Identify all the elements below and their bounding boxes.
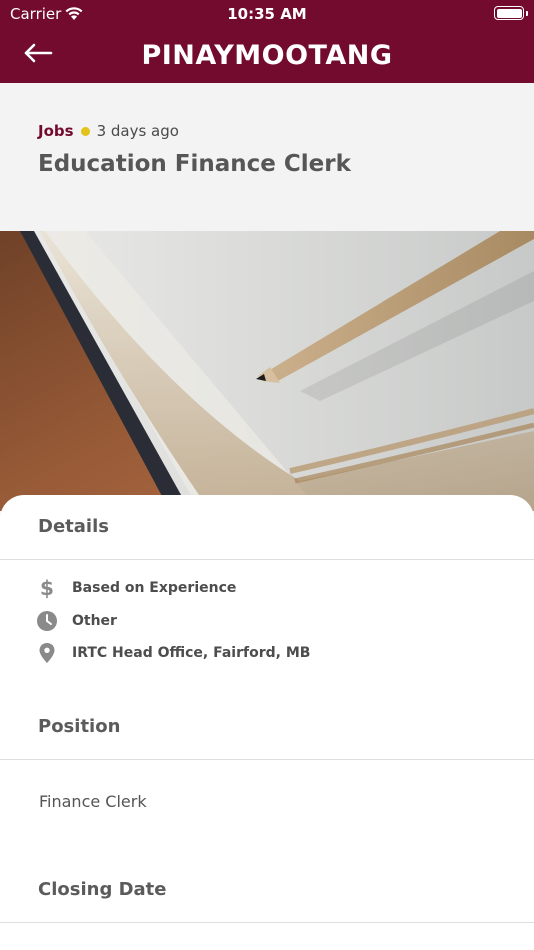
dollar-icon: $ (40, 577, 54, 599)
details-card: Details $ Based on Experience Other IRTC… (0, 495, 534, 950)
divider (0, 559, 534, 560)
details-heading: Details (38, 516, 109, 537)
separator-dot (80, 126, 90, 136)
status-time: 10:35 AM (227, 5, 307, 23)
divider (0, 759, 534, 760)
posted-time: 3 days ago (96, 122, 179, 140)
job-title: Education Finance Clerk (38, 151, 351, 177)
battery-icon (494, 6, 524, 20)
status-bar: Carrier 10:35 AM (0, 0, 534, 28)
app-title: PINAYMOOTANG (141, 40, 393, 71)
position-value: Finance Clerk (39, 792, 147, 811)
clock-icon (37, 611, 57, 631)
detail-label: Other (72, 613, 117, 629)
closing-date-heading: Closing Date (38, 879, 167, 900)
app-header: Carrier 10:35 AM PINAYMOOTANG (0, 0, 534, 83)
position-heading: Position (38, 716, 121, 737)
detail-type: Other (36, 610, 117, 632)
post-header: Jobs 3 days ago Education Finance Clerk (0, 83, 534, 231)
detail-location: IRTC Head Office, Fairford, MB (36, 642, 310, 664)
detail-salary: $ Based on Experience (36, 577, 236, 599)
post-meta: Jobs 3 days ago (38, 122, 179, 140)
category-link[interactable]: Jobs (38, 122, 74, 140)
detail-label: Based on Experience (72, 580, 237, 596)
detail-label: IRTC Head Office, Fairford, MB (72, 645, 311, 661)
divider (0, 922, 534, 923)
battery-cap (526, 11, 528, 16)
map-pin-icon (39, 643, 55, 663)
svg-text:$: $ (40, 577, 54, 599)
hero-image (0, 231, 534, 511)
